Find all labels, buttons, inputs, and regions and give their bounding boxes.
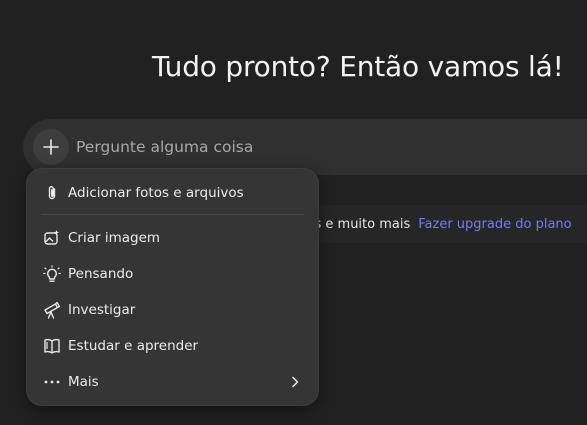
menu-item-study[interactable]: Estudar e aprender — [27, 329, 318, 363]
menu-item-more[interactable]: Mais — [27, 365, 318, 399]
chevron-right-icon — [292, 376, 299, 388]
add-attachment-button[interactable] — [33, 129, 69, 165]
menu-item-label: Adicionar fotos e arquivos — [68, 185, 244, 201]
plus-icon — [43, 139, 59, 155]
menu-item-label: Investigar — [68, 302, 136, 318]
menu-divider — [41, 214, 304, 215]
paperclip-icon — [43, 184, 61, 202]
menu-item-label: Pensando — [68, 266, 134, 282]
menu-item-create-image[interactable]: Criar imagem — [27, 221, 318, 255]
menu-item-label: Estudar e aprender — [68, 338, 199, 354]
lightbulb-icon — [43, 265, 61, 283]
page-title: Tudo pronto? Então vamos lá! — [152, 50, 564, 83]
menu-item-label: Criar imagem — [68, 230, 161, 246]
prompt-composer — [23, 119, 587, 175]
more-dots-icon — [43, 373, 61, 391]
image-sparkle-icon — [43, 229, 61, 247]
prompt-input[interactable] — [76, 135, 476, 159]
menu-item-add-files[interactable]: Adicionar fotos e arquivos — [27, 176, 318, 210]
open-book-icon — [43, 337, 61, 355]
telescope-icon — [43, 301, 61, 319]
attachment-menu: Adicionar fotos e arquivos Criar imagem — [26, 168, 319, 406]
app-stage: Tudo pronto? Então vamos lá! gens e muit… — [0, 0, 587, 425]
menu-item-thinking[interactable]: Pensando — [27, 257, 318, 291]
upgrade-plan-link[interactable]: Fazer upgrade do plano — [418, 217, 571, 232]
menu-item-investigate[interactable]: Investigar — [27, 293, 318, 327]
menu-item-label: Mais — [68, 374, 99, 390]
